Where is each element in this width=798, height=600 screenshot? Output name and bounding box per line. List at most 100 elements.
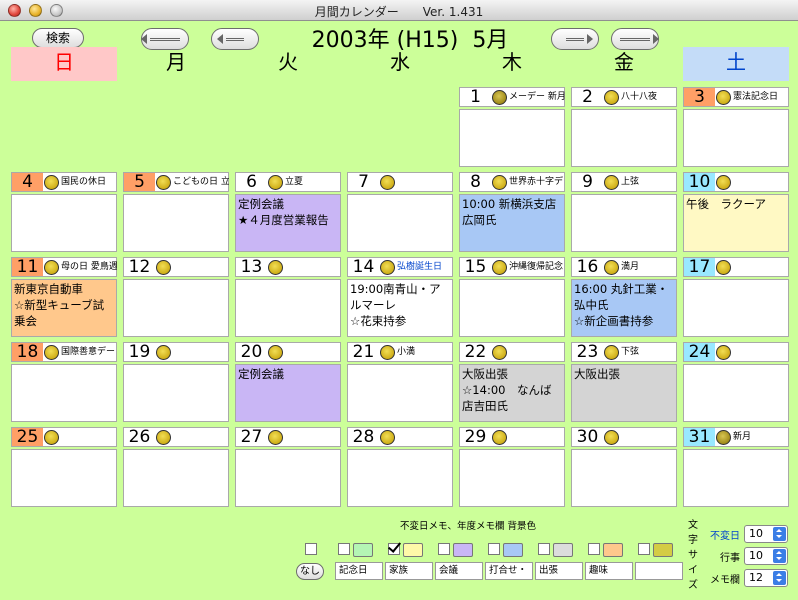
day-cell[interactable]: 28 [347,427,453,507]
color-swatch[interactable] [353,543,373,557]
day-cell[interactable]: 8 世界赤十字デ 10:00 新横浜支店 広岡氏 [459,172,565,252]
color-swatch[interactable] [653,543,673,557]
day-cell[interactable]: 25 [11,427,117,507]
stepper-arrows-icon[interactable] [773,527,786,541]
day-cell[interactable]: 31 新月 [683,427,789,507]
day-memo-area[interactable] [683,449,789,507]
day-cell[interactable]: 2 八十八夜 [571,87,677,167]
day-memo-area[interactable]: 大阪出張 ☆14:00 なんば 店吉田氏 [459,364,565,422]
day-cell[interactable]: 18 国際善意デー [11,342,117,422]
day-cell[interactable]: 14 弘樹誕生日 19:00南青山・ア ルマーレ ☆花束持参 [347,257,453,337]
color-option[interactable] [438,543,478,557]
color-checkbox[interactable] [338,543,350,555]
font-size-stepper[interactable]: 10 [744,547,788,565]
none-color-checkbox[interactable] [305,543,317,555]
font-size-stepper[interactable]: 12 [744,569,788,587]
color-swatch[interactable] [553,543,573,557]
category-field[interactable]: 記念日 [335,562,383,580]
color-swatch[interactable] [403,543,423,557]
color-swatch[interactable] [603,543,623,557]
category-field[interactable]: 出張 [535,562,583,580]
stepper-arrows-icon[interactable] [773,549,786,563]
day-cell[interactable]: 20 定例会議 [235,342,341,422]
day-cell[interactable]: 30 [571,427,677,507]
day-memo-area[interactable] [123,364,229,422]
stepper-arrows-icon[interactable] [773,571,786,585]
day-cell[interactable]: 10 午後 ラクーア [683,172,789,252]
day-memo-area[interactable] [11,364,117,422]
category-field[interactable]: 趣味 [585,562,633,580]
day-memo-area[interactable]: 定例会議 ★４月度営業報告 [235,194,341,252]
day-memo-area[interactable] [571,194,677,252]
color-option[interactable] [588,543,628,557]
day-memo-area[interactable] [11,449,117,507]
day-cell[interactable]: 19 [123,342,229,422]
day-cell[interactable]: 13 [235,257,341,337]
color-checkbox[interactable] [538,543,550,555]
day-memo-area[interactable] [459,449,565,507]
day-memo-area[interactable] [347,364,453,422]
day-memo-area[interactable] [11,194,117,252]
day-cell[interactable]: 11 母の日 愛鳥週 新東京自動車 ☆新型キューブ試 乗会 [11,257,117,337]
day-cell[interactable]: 15 沖縄復帰記念 [459,257,565,337]
day-memo-area[interactable]: 定例会議 [235,364,341,422]
category-field[interactable]: 会議 [435,562,483,580]
day-memo-area[interactable] [123,194,229,252]
day-cell[interactable]: 22 大阪出張 ☆14:00 なんば 店吉田氏 [459,342,565,422]
day-cell[interactable]: 16 満月 16:00 丸針工業・ 弘中氏 ☆新企画書持参 [571,257,677,337]
day-cell[interactable]: 17 [683,257,789,337]
day-memo-area[interactable]: 午後 ラクーア [683,194,789,252]
color-option[interactable] [388,543,428,557]
color-option[interactable] [488,543,528,557]
day-cell[interactable]: 6 立夏 定例会議 ★４月度営業報告 [235,172,341,252]
day-memo-area[interactable] [347,194,453,252]
day-memo-area[interactable]: 新東京自動車 ☆新型キューブ試 乗会 [11,279,117,337]
day-cell[interactable]: 27 [235,427,341,507]
color-option[interactable] [338,543,378,557]
day-memo-area[interactable]: 大阪出張 [571,364,677,422]
category-field[interactable]: 家族 [385,562,433,580]
search-button[interactable]: 検索 [32,28,84,48]
day-memo-area[interactable] [347,449,453,507]
day-memo-area[interactable] [459,279,565,337]
day-cell[interactable]: 3 憲法記念日 [683,87,789,167]
day-memo-area[interactable]: 19:00南青山・ア ルマーレ ☆花束持参 [347,279,453,337]
color-checkbox[interactable] [488,543,500,555]
day-cell[interactable]: 26 [123,427,229,507]
day-cell[interactable]: 1 メーデー 新月 [459,87,565,167]
day-memo-area[interactable] [683,364,789,422]
font-size-stepper[interactable]: 10 [744,525,788,543]
day-memo-area[interactable] [235,279,341,337]
color-swatch[interactable] [453,543,473,557]
day-memo-area[interactable]: 16:00 丸針工業・ 弘中氏 ☆新企画書持参 [571,279,677,337]
day-cell[interactable]: 29 [459,427,565,507]
color-checkbox[interactable] [638,543,650,555]
day-memo-area[interactable] [123,449,229,507]
day-memo-area[interactable] [235,449,341,507]
day-memo-area[interactable] [571,109,677,167]
day-cell[interactable]: 23 下弦 大阪出張 [571,342,677,422]
color-option[interactable] [538,543,578,557]
day-cell[interactable]: 9 上弦 [571,172,677,252]
title-bar[interactable]: 月間カレンダー Ver. 1.431 [0,0,798,21]
day-cell[interactable]: 21 小満 [347,342,453,422]
day-cell[interactable]: 4 国民の休日 [11,172,117,252]
day-memo-area[interactable] [683,279,789,337]
color-swatch[interactable] [503,543,523,557]
day-memo-area[interactable] [459,109,565,167]
day-memo-area[interactable] [683,109,789,167]
day-cell[interactable]: 7 [347,172,453,252]
day-memo-area[interactable] [123,279,229,337]
day-cell[interactable]: 24 [683,342,789,422]
day-memo-area[interactable]: 10:00 新横浜支店 広岡氏 [459,194,565,252]
color-checkbox[interactable] [388,543,400,555]
day-cell[interactable]: 5 こどもの日 立 [123,172,229,252]
day-memo-area[interactable] [571,449,677,507]
category-field[interactable]: 打合せ・ [485,562,533,580]
category-field[interactable] [635,562,683,580]
day-cell[interactable]: 12 [123,257,229,337]
color-checkbox[interactable] [588,543,600,555]
color-checkbox[interactable] [438,543,450,555]
none-button[interactable]: なし [296,563,324,580]
color-option[interactable] [638,543,678,557]
